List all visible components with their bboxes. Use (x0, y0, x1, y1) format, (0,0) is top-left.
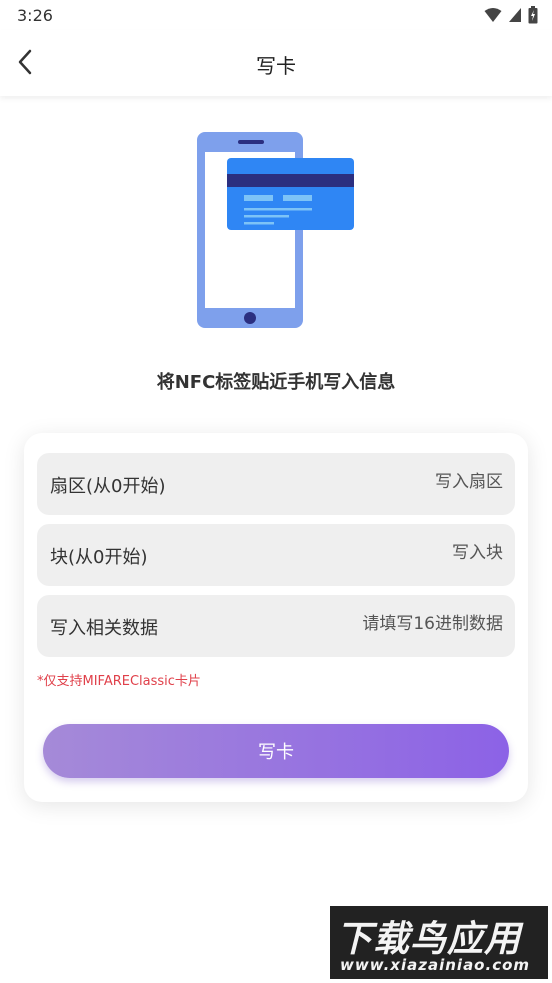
data-label: 写入相关数据 (50, 618, 158, 639)
sector-label: 扇区(从0开始) (50, 476, 166, 497)
watermark-title: 下载鸟应用 (336, 919, 522, 960)
write-card-button[interactable]: 写卡 (43, 724, 509, 778)
page-title: 写卡 (256, 54, 296, 78)
phone-nfc-card-illustration (197, 132, 354, 328)
signal-icon (509, 8, 521, 22)
sector-input[interactable] (243, 472, 503, 492)
data-field[interactable]: 写入相关数据 (37, 595, 515, 657)
status-icons (484, 6, 538, 24)
support-note: *仅支持MIFAREClassic卡片 (37, 674, 201, 689)
block-field[interactable]: 块(从0开始) (37, 524, 515, 586)
watermark-logo: 下载鸟应用 www.xiazainiao.com (330, 906, 548, 979)
data-input[interactable] (243, 614, 503, 634)
status-time: 3:26 (17, 6, 53, 25)
wifi-icon (484, 8, 502, 22)
status-bar: 3:26 (0, 0, 552, 30)
write-form-card: 扇区(从0开始) 块(从0开始) 写入相关数据 *仅支持MIFAREClassi… (24, 433, 528, 802)
sector-field[interactable]: 扇区(从0开始) (37, 453, 515, 515)
battery-icon (528, 6, 538, 24)
block-label: 块(从0开始) (50, 547, 148, 568)
instruction-text: 将NFC标签贴近手机写入信息 (156, 372, 396, 393)
block-input[interactable] (243, 543, 503, 563)
title-bar: 写卡 (0, 30, 552, 96)
watermark-url: www.xiazainiao.com (340, 956, 531, 974)
card-icon (227, 158, 354, 230)
